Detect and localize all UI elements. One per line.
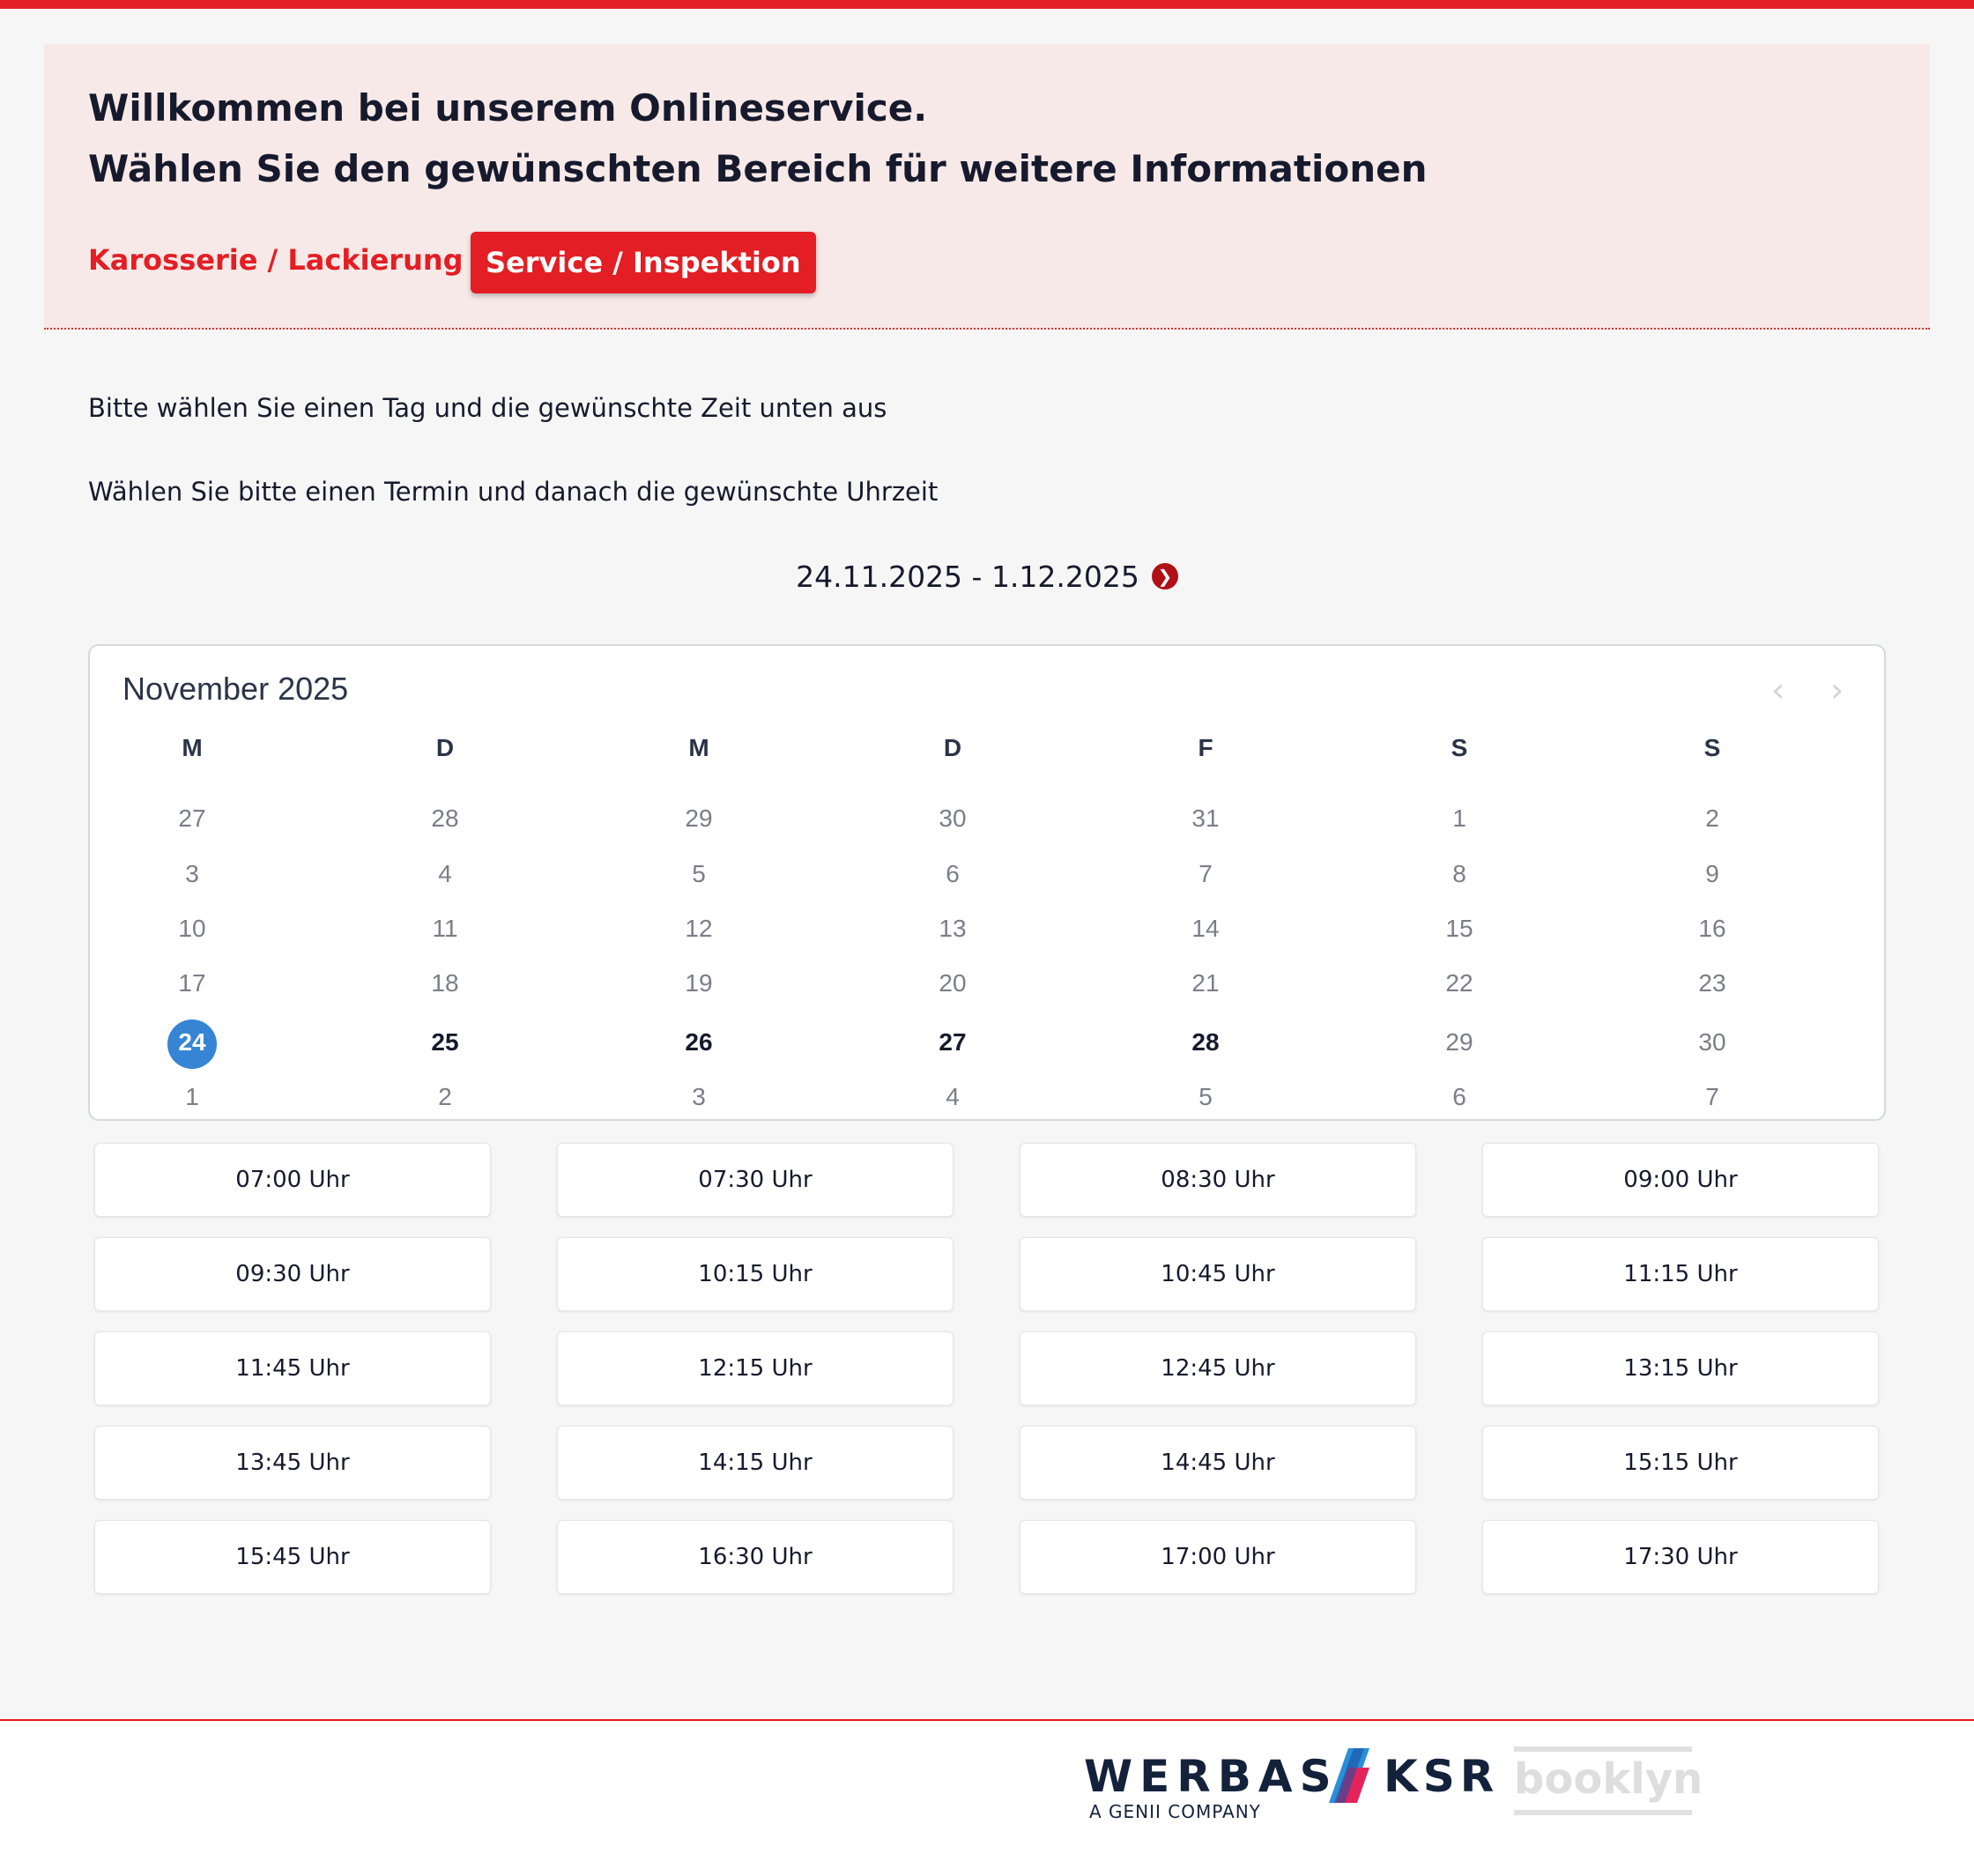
werbas-logo: WERBAS <box>1084 1751 1339 1802</box>
calendar-day[interactable]: 7 <box>1677 1083 1748 1111</box>
time-slot-button[interactable]: 11:45 Uhr <box>94 1331 491 1405</box>
calendar-day[interactable]: 21 <box>1170 969 1241 997</box>
time-slot-button[interactable]: 12:15 Uhr <box>557 1331 954 1405</box>
time-slot-button[interactable]: 17:30 Uhr <box>1482 1520 1879 1594</box>
welcome-title: Willkommen bei unserem Onlineservice. <box>88 86 928 130</box>
chevron-circle-right-icon[interactable]: ❯ <box>1151 562 1178 589</box>
time-slot-button[interactable]: 09:00 Uhr <box>1482 1143 1879 1217</box>
calendar-day[interactable]: 29 <box>1424 1028 1495 1057</box>
calendar-day[interactable]: 9 <box>1677 860 1748 888</box>
calendar-day[interactable]: 2 <box>1677 805 1748 833</box>
top-accent-bar <box>0 0 1974 9</box>
ksr-logo: KSR <box>1384 1751 1500 1802</box>
calendar-widget: November 2025 ‹ › M D M D F S S 27 28 29 30 31 1 2 3 4 5… <box>88 644 1886 1121</box>
calendar-day[interactable]: 8 <box>1424 860 1495 888</box>
chevron-right-icon[interactable]: › <box>1830 671 1844 709</box>
calendar-day[interactable]: 1 <box>1424 805 1495 833</box>
calendar-day-available[interactable]: 28 <box>1170 1028 1241 1057</box>
chevron-left-icon[interactable]: ‹ <box>1771 671 1785 709</box>
calendar-day[interactable]: 15 <box>1424 915 1495 943</box>
date-range-label: 24.11.2025 - 1.12.2025 <box>796 560 1139 594</box>
calendar-day[interactable]: 6 <box>917 860 988 888</box>
time-slot-button[interactable]: 13:15 Uhr <box>1482 1331 1879 1405</box>
calendar-day[interactable]: 5 <box>664 860 734 888</box>
calendar-day[interactable]: 2 <box>410 1083 480 1111</box>
welcome-subtitle: Wählen Sie den gewünschten Bereich für w… <box>88 147 1428 190</box>
category-service-inspektion[interactable]: Service / Inspektion <box>471 232 816 293</box>
welcome-panel: Willkommen bei unserem Onlineservice. Wä… <box>44 44 1930 330</box>
calendar-day[interactable]: 16 <box>1677 915 1748 943</box>
werbas-logo-subtitle: A GENII COMPANY <box>1089 1801 1261 1822</box>
calendar-day[interactable]: 4 <box>917 1083 988 1111</box>
calendar-day[interactable]: 29 <box>664 805 734 833</box>
category-karosserie-lackierung[interactable]: Karosserie / Lackierung <box>88 243 464 277</box>
time-slot-button[interactable]: 10:15 Uhr <box>557 1237 954 1311</box>
calendar-day[interactable]: 27 <box>157 805 227 833</box>
calendar-day[interactable]: 13 <box>917 915 988 943</box>
calendar-day[interactable]: 30 <box>917 805 988 833</box>
calendar-day[interactable]: 31 <box>1170 805 1241 833</box>
instruction-text-2: Wählen Sie bitte einen Termin und danach… <box>88 477 939 507</box>
weekday-header: D <box>435 734 455 761</box>
booklyn-logo: booklyn <box>1514 1746 1703 1815</box>
date-range: 24.11.2025 - 1.12.2025 ❯ <box>0 560 1974 594</box>
calendar-day[interactable]: 11 <box>410 915 480 943</box>
calendar-day[interactable]: 22 <box>1424 969 1495 997</box>
calendar-day[interactable]: 19 <box>664 969 734 997</box>
weekday-header: M <box>182 734 203 761</box>
time-slot-button[interactable]: 14:15 Uhr <box>557 1426 954 1500</box>
calendar-day[interactable]: 23 <box>1677 969 1748 997</box>
time-slot-button[interactable]: 11:15 Uhr <box>1482 1237 1879 1311</box>
calendar-day[interactable]: 7 <box>1170 860 1241 888</box>
time-slot-button[interactable]: 09:30 Uhr <box>94 1237 491 1311</box>
time-slot-button[interactable]: 08:30 Uhr <box>1020 1143 1416 1217</box>
calendar-day[interactable]: 4 <box>410 860 480 888</box>
weekday-header: M <box>688 734 709 761</box>
weekday-header: D <box>943 734 962 761</box>
calendar-month-title: November 2025 <box>122 671 349 707</box>
time-slot-button[interactable]: 17:00 Uhr <box>1020 1520 1416 1594</box>
calendar-day[interactable]: 30 <box>1677 1028 1748 1057</box>
calendar-day[interactable]: 28 <box>410 805 480 833</box>
time-slot-button[interactable]: 10:45 Uhr <box>1020 1237 1416 1311</box>
calendar-day[interactable]: 6 <box>1424 1083 1495 1111</box>
calendar-day[interactable]: 20 <box>917 969 988 997</box>
time-slot-button[interactable]: 15:15 Uhr <box>1482 1426 1879 1500</box>
time-slot-button[interactable]: 15:45 Uhr <box>94 1520 491 1594</box>
calendar-day-available[interactable]: 25 <box>410 1028 480 1057</box>
time-slot-button[interactable]: 07:30 Uhr <box>557 1143 954 1217</box>
time-slot-button[interactable]: 07:00 Uhr <box>94 1143 491 1217</box>
calendar-day[interactable]: 18 <box>410 969 480 997</box>
calendar-day[interactable]: 10 <box>157 915 227 943</box>
calendar-day[interactable]: 14 <box>1170 915 1241 943</box>
calendar-day[interactable]: 5 <box>1170 1083 1241 1111</box>
calendar-day-available[interactable]: 26 <box>664 1028 734 1057</box>
weekday-header: S <box>1703 734 1721 761</box>
calendar-day[interactable]: 12 <box>664 915 734 943</box>
time-slot-button[interactable]: 16:30 Uhr <box>557 1520 954 1594</box>
time-slot-button[interactable]: 13:45 Uhr <box>94 1426 491 1500</box>
werbas-slash-icon <box>1329 1748 1369 1803</box>
weekday-header: S <box>1451 734 1468 761</box>
calendar-day-available[interactable]: 27 <box>917 1028 988 1057</box>
time-slot-button[interactable]: 12:45 Uhr <box>1020 1331 1416 1405</box>
calendar-day[interactable]: 1 <box>157 1083 227 1111</box>
instruction-text-1: Bitte wählen Sie einen Tag und die gewün… <box>88 393 887 423</box>
weekday-header: F <box>1198 734 1213 761</box>
calendar-day[interactable]: 3 <box>157 860 227 888</box>
calendar-day-selected[interactable]: 24 <box>157 1028 227 1057</box>
calendar-day[interactable]: 17 <box>157 969 227 997</box>
calendar-day[interactable]: 3 <box>664 1083 734 1111</box>
time-slot-button[interactable]: 14:45 Uhr <box>1020 1426 1416 1500</box>
